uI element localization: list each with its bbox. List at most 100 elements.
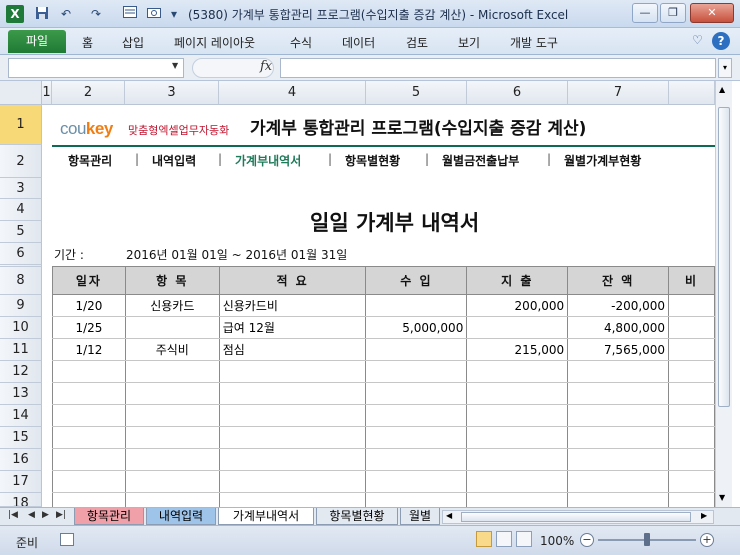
cell[interactable] — [124, 492, 220, 507]
cell[interactable] — [52, 470, 126, 493]
cell[interactable] — [466, 448, 569, 471]
cell[interactable] — [218, 492, 367, 507]
cell[interactable] — [124, 316, 220, 339]
column-note[interactable]: 비 — [668, 266, 715, 295]
zoom-out-icon[interactable]: − — [580, 533, 594, 547]
zoom-level[interactable]: 100% — [540, 534, 574, 548]
cell[interactable] — [365, 360, 468, 383]
cell[interactable] — [466, 404, 569, 427]
cell[interactable] — [466, 470, 569, 493]
row-header[interactable]: 4 — [0, 199, 42, 221]
cell[interactable] — [668, 492, 715, 507]
nav-item-manage-items[interactable]: 항목관리 — [68, 152, 112, 169]
cell[interactable] — [218, 404, 367, 427]
cell[interactable] — [52, 426, 126, 449]
horizontal-scrollbar[interactable]: ◀ ▶ — [442, 510, 714, 524]
cell[interactable] — [365, 426, 468, 449]
form-icon[interactable] — [122, 6, 138, 22]
select-all-corner[interactable] — [0, 81, 42, 105]
macro-record-icon[interactable] — [60, 533, 74, 546]
cell[interactable] — [668, 316, 715, 339]
expand-formula-bar-icon[interactable]: ▾ — [718, 58, 732, 78]
row-header[interactable]: 12 — [0, 361, 42, 383]
next-sheet-icon[interactable]: ▶ — [42, 510, 49, 520]
cell[interactable] — [668, 382, 715, 405]
cell[interactable] — [466, 492, 569, 507]
row-header[interactable]: 14 — [0, 405, 42, 427]
minimize-ribbon-icon[interactable]: ♡ — [692, 33, 703, 47]
cell[interactable]: 215,000 — [466, 338, 569, 361]
row-header[interactable]: 3 — [0, 178, 42, 199]
cell[interactable] — [365, 338, 468, 361]
cell[interactable]: 200,000 — [466, 294, 569, 317]
tab-page-layout[interactable]: 페이지 레이아웃 — [174, 34, 255, 51]
cell[interactable] — [668, 294, 715, 317]
cell[interactable]: 4,800,000 — [567, 316, 670, 339]
cell[interactable] — [218, 426, 367, 449]
cell[interactable] — [52, 448, 126, 471]
cell[interactable] — [567, 426, 670, 449]
tab-formulas[interactable]: 수식 — [290, 34, 312, 51]
row-header[interactable]: 9 — [0, 295, 42, 317]
column-category[interactable]: 항 목 — [124, 266, 220, 295]
cell[interactable] — [52, 492, 126, 507]
formula-input[interactable] — [280, 58, 716, 78]
cell[interactable] — [668, 426, 715, 449]
cell[interactable] — [668, 338, 715, 361]
cell[interactable] — [365, 492, 468, 507]
cell[interactable] — [668, 470, 715, 493]
column-balance[interactable]: 잔 액 — [567, 266, 670, 295]
cell[interactable] — [218, 448, 367, 471]
cell[interactable] — [365, 294, 468, 317]
zoom-in-icon[interactable]: + — [700, 533, 714, 547]
row-header[interactable]: 17 — [0, 471, 42, 493]
cell[interactable] — [365, 404, 468, 427]
cell[interactable] — [567, 382, 670, 405]
page-break-view-icon[interactable] — [516, 531, 532, 547]
first-sheet-icon[interactable]: |◀ — [8, 510, 18, 520]
cell[interactable]: 5,000,000 — [365, 316, 468, 339]
cell[interactable] — [567, 448, 670, 471]
scroll-down-icon[interactable]: ▼ — [719, 493, 725, 502]
row-header[interactable]: 11 — [0, 339, 42, 361]
row-header[interactable]: 2 — [0, 145, 42, 178]
close-button[interactable]: ✕ — [690, 3, 734, 23]
cell[interactable] — [567, 492, 670, 507]
camera-icon[interactable] — [146, 6, 162, 22]
cell[interactable] — [365, 448, 468, 471]
cell[interactable]: 7,565,000 — [567, 338, 670, 361]
row-header[interactable]: 13 — [0, 383, 42, 405]
page-layout-view-icon[interactable] — [496, 531, 512, 547]
column-header[interactable] — [669, 81, 715, 105]
column-description[interactable]: 적 요 — [218, 266, 367, 295]
sheet-tab-monthly[interactable]: 월별 — [400, 508, 440, 525]
column-header[interactable]: 1 — [42, 81, 52, 105]
nav-item-entry[interactable]: 내역입력 — [152, 152, 196, 169]
cell[interactable]: 1/20 — [52, 294, 126, 317]
sheet-tab-ledger[interactable]: 가계부내역서 — [218, 508, 314, 525]
cell[interactable] — [567, 404, 670, 427]
tab-developer[interactable]: 개발 도구 — [510, 34, 558, 51]
save-icon[interactable] — [34, 6, 50, 22]
column-header[interactable]: 5 — [366, 81, 467, 105]
nav-item-monthly-summary[interactable]: 월별가계부현황 — [564, 152, 641, 169]
column-income[interactable]: 수 입 — [365, 266, 468, 295]
cell[interactable] — [466, 360, 569, 383]
cell[interactable] — [52, 382, 126, 405]
column-header[interactable]: 3 — [125, 81, 219, 105]
chevron-down-icon[interactable]: ▼ — [172, 61, 178, 70]
scroll-up-icon[interactable]: ▲ — [719, 85, 725, 94]
sheet-tab-by-category[interactable]: 항목별현황 — [316, 508, 398, 525]
row-header[interactable]: 18 — [0, 493, 42, 507]
column-header[interactable]: 4 — [219, 81, 366, 105]
redo-icon[interactable]: ↷ — [88, 6, 104, 22]
cell[interactable] — [124, 448, 220, 471]
cell[interactable] — [567, 470, 670, 493]
worksheet[interactable]: coukey 맞춤형엑셀업무자동화 가계부 통합관리 프로그램(수입지출 증감 … — [42, 105, 715, 507]
sheet-tab-items[interactable]: 항목관리 — [74, 508, 144, 525]
cell[interactable] — [466, 382, 569, 405]
column-header[interactable]: 2 — [52, 81, 125, 105]
cell[interactable] — [218, 360, 367, 383]
maximize-button[interactable]: ❐ — [660, 3, 686, 23]
tab-review[interactable]: 검토 — [406, 34, 428, 51]
